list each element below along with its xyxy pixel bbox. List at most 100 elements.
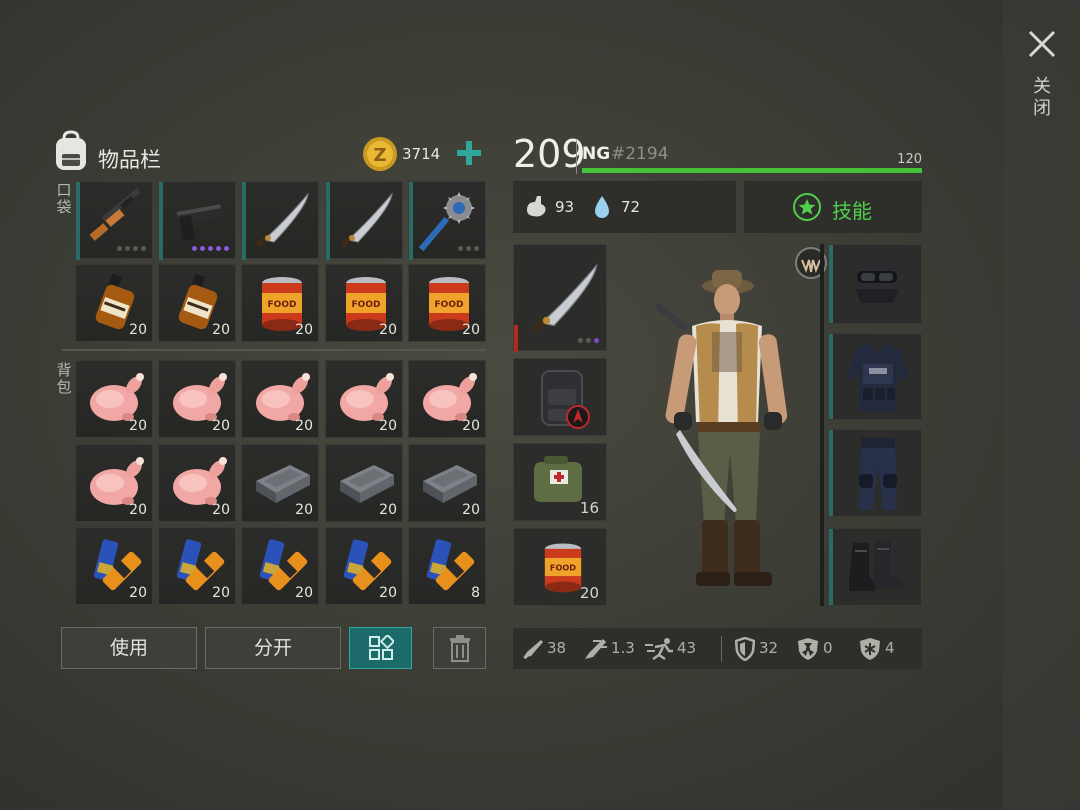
- sort-button[interactable]: [349, 627, 412, 669]
- shield-icon: [735, 637, 755, 661]
- radiation-shield-icon: [798, 638, 818, 660]
- cold-resistance-value: 4: [885, 639, 895, 657]
- backpack-slot[interactable]: 20: [158, 527, 236, 605]
- radiation-value: 0: [823, 639, 833, 657]
- pocket-slot[interactable]: [408, 181, 486, 260]
- attack-value: 38: [547, 639, 567, 657]
- speed-value: 43: [677, 639, 697, 657]
- side-panel: [1003, 0, 1080, 810]
- pocket-slot[interactable]: 20: [158, 264, 236, 342]
- rarity-dots: [117, 246, 146, 251]
- pocket-slot[interactable]: [325, 181, 403, 260]
- cold-shield-icon: [860, 638, 880, 660]
- item-count: 20: [129, 418, 147, 434]
- close-icon[interactable]: [1026, 28, 1058, 60]
- backpack-icon: [56, 130, 86, 170]
- backpack-slot[interactable]: 20: [241, 527, 319, 605]
- backpack-slot[interactable]: 20: [241, 360, 319, 438]
- body-armor-icon: [847, 344, 909, 412]
- slot-indicator: [76, 182, 80, 260]
- machete-icon: [339, 193, 393, 249]
- combat-stats-bar: 38 1.3 43 32 0 4: [513, 628, 922, 669]
- character-level: 209: [513, 132, 586, 176]
- pocket-slot[interactable]: [75, 181, 153, 260]
- item-count: 20: [579, 584, 599, 602]
- slot-indicator: [829, 430, 833, 516]
- player-name: NG: [582, 144, 611, 164]
- pocket-slot[interactable]: [158, 181, 236, 260]
- stats-separator: [721, 636, 722, 662]
- weapon-slot[interactable]: [513, 244, 607, 352]
- star-icon: [793, 193, 821, 221]
- pocket-slot[interactable]: 20: [75, 264, 153, 342]
- item-count: 20: [212, 585, 230, 601]
- backpack-label: 背包: [56, 361, 72, 396]
- trash-button[interactable]: [433, 627, 486, 669]
- skills-button[interactable]: 技能: [744, 181, 922, 233]
- coin-count: 3714: [402, 145, 441, 163]
- backpack-slot[interactable]: 20: [408, 360, 486, 438]
- rifle-icon: [89, 188, 141, 241]
- split-button[interactable]: 分开: [205, 627, 341, 669]
- tactical-backpack-icon: [541, 370, 590, 429]
- durability-indicator: [514, 325, 518, 352]
- character-model: [654, 270, 788, 586]
- backpack-slot[interactable]: 20: [158, 444, 236, 522]
- pistol-icon: [176, 204, 222, 241]
- level-separator: [576, 140, 577, 174]
- close-label[interactable]: 关闭: [1030, 76, 1054, 120]
- item-count: 8: [471, 585, 480, 601]
- trash-icon: [449, 635, 470, 662]
- use-button[interactable]: 使用: [61, 627, 197, 669]
- item-count: 20: [129, 585, 147, 601]
- medkit-slot[interactable]: 16: [513, 443, 607, 521]
- pocket-slot[interactable]: [241, 181, 319, 260]
- pants-slot[interactable]: [828, 429, 922, 517]
- item-count: 20: [379, 502, 397, 518]
- running-icon: [645, 638, 673, 661]
- backpack-slot[interactable]: 20: [75, 444, 153, 522]
- item-count: 20: [295, 585, 313, 601]
- armor-value: 32: [759, 639, 779, 657]
- armor-column-divider: [820, 244, 824, 606]
- armored-pants-icon: [859, 438, 897, 510]
- backpack-slot[interactable]: 20: [241, 444, 319, 522]
- backpack-equip-slot[interactable]: [513, 358, 607, 436]
- pocket-label: 口袋: [56, 181, 72, 216]
- add-coins-icon[interactable]: [456, 140, 482, 166]
- attack-speed-icon: [585, 639, 607, 659]
- backpack-slot[interactable]: 20: [325, 527, 403, 605]
- rarity-dots: [458, 246, 479, 251]
- backpack-slot[interactable]: 20: [325, 360, 403, 438]
- food-slot[interactable]: 20: [513, 528, 607, 606]
- item-count: 20: [295, 502, 313, 518]
- xp-max: 120: [897, 152, 922, 167]
- backpack-slot[interactable]: 20: [325, 444, 403, 522]
- backpack-slot[interactable]: 20: [75, 360, 153, 438]
- pocket-slot[interactable]: 20: [325, 264, 403, 342]
- coin-icon: Z: [363, 137, 397, 171]
- body-armor-slot[interactable]: [828, 333, 922, 420]
- boots-slot[interactable]: [828, 528, 922, 606]
- pocket-slot[interactable]: 20: [241, 264, 319, 342]
- xp-bar: [582, 168, 922, 173]
- slot-indicator: [159, 182, 163, 260]
- sword-icon: [523, 640, 543, 660]
- backpack-slot[interactable]: 20: [408, 444, 486, 522]
- slot-indicator: [829, 334, 833, 419]
- pocket-slot[interactable]: 20: [408, 264, 486, 342]
- item-count: 20: [129, 322, 147, 338]
- backpack-slot[interactable]: 8: [408, 527, 486, 605]
- inventory-header: 物品栏 Z 3714: [52, 130, 482, 176]
- section-divider: [62, 349, 486, 351]
- slot-indicator: [829, 245, 833, 323]
- helmet-slot[interactable]: [828, 244, 922, 324]
- machete-icon: [255, 193, 309, 249]
- backpack-slot[interactable]: 20: [75, 527, 153, 605]
- item-count: 20: [379, 322, 397, 338]
- attack-speed-value: 1.3: [611, 639, 635, 657]
- player-id: #2194: [611, 144, 669, 164]
- item-count: 20: [295, 418, 313, 434]
- item-count: 20: [295, 322, 313, 338]
- backpack-slot[interactable]: 20: [158, 360, 236, 438]
